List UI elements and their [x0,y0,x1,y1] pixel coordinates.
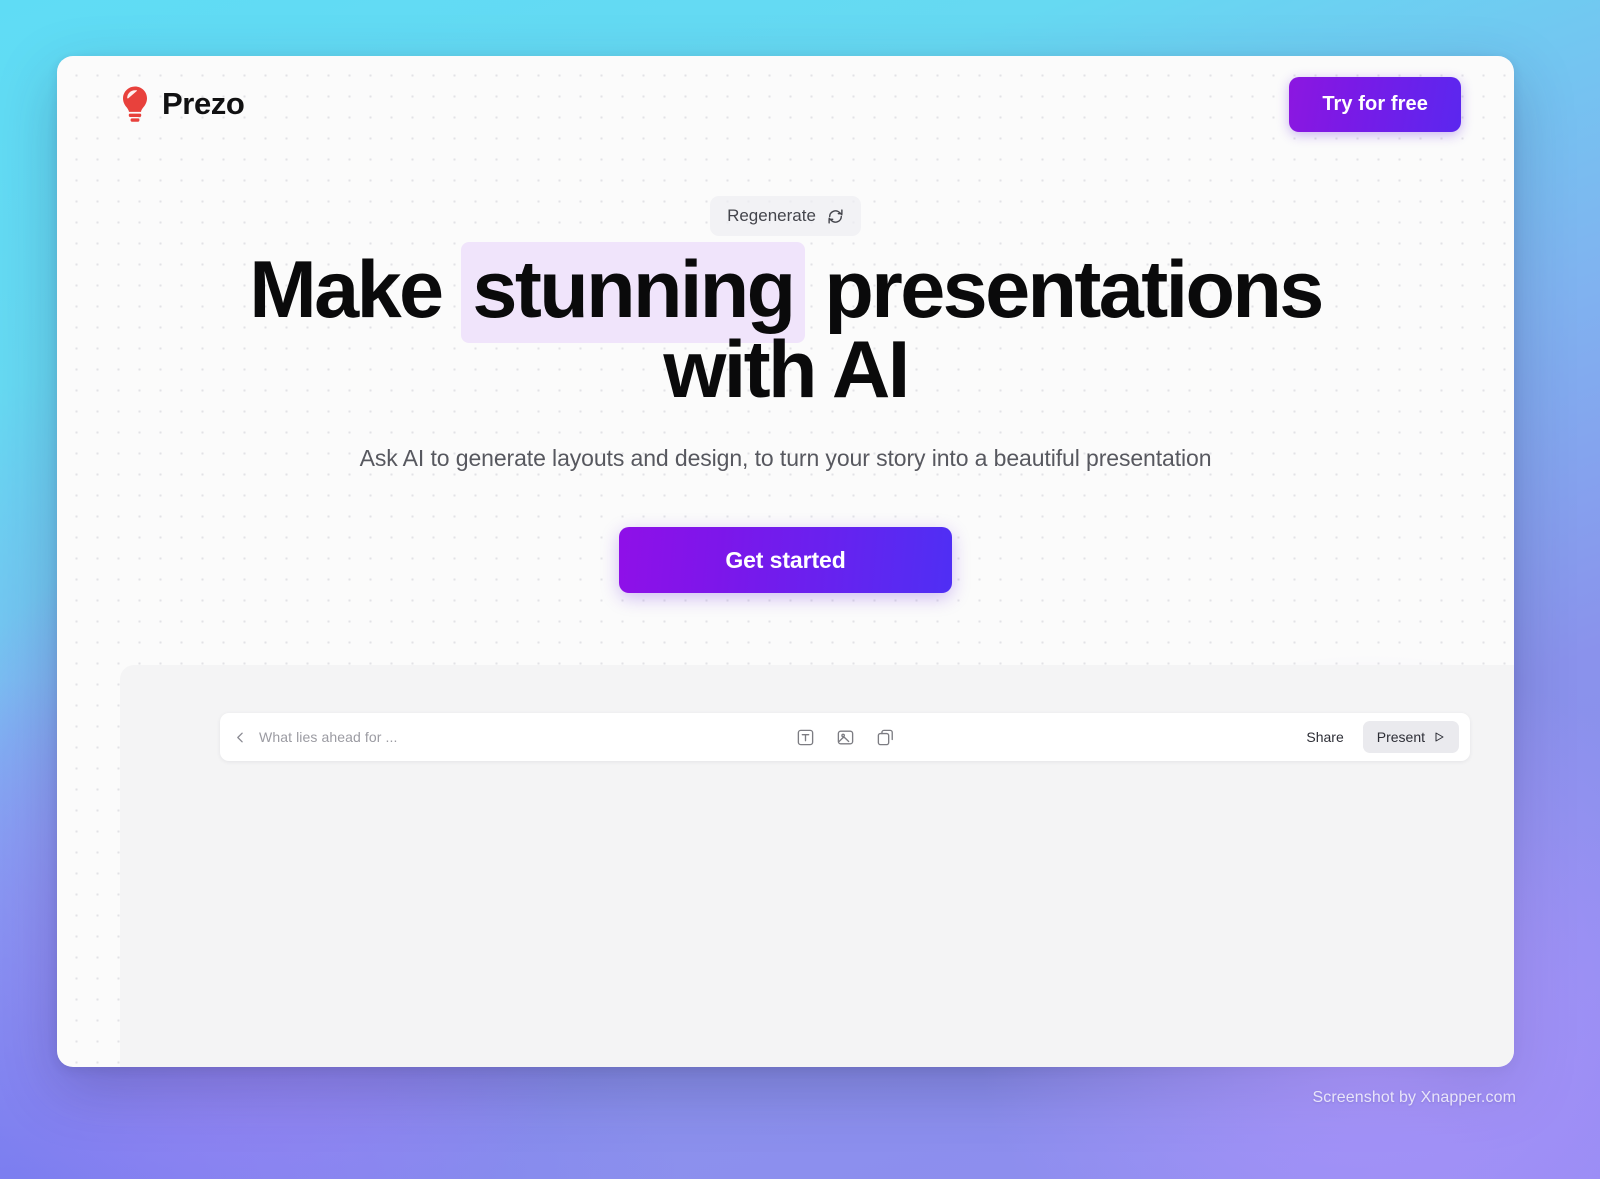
present-button[interactable]: Present [1362,721,1459,753]
image-box-icon[interactable] [836,728,855,747]
get-started-button[interactable]: Get started [619,527,952,594]
document-title[interactable]: What lies ahead for ... [259,729,397,745]
app-window: Prezo Try for free Regenerate Make stunn… [57,56,1514,1067]
page-title: Make stunning presentations with AI [57,242,1514,411]
play-triangle-icon [1433,731,1445,743]
share-button[interactable]: Share [1293,722,1356,752]
regenerate-label: Regenerate [727,206,816,225]
toolbar-right-group: Share Present [1293,721,1459,753]
brand-name: Prezo [162,86,245,121]
editor-preview-panel: What lies ahead for ... Share Present [120,665,1514,1067]
toolbar-left-group: What lies ahead for ... [234,729,397,745]
chevron-left-icon[interactable] [234,731,247,744]
regenerate-button[interactable]: Regenerate [710,196,861,236]
desktop-wallpaper: Prezo Try for free Regenerate Make stunn… [0,0,1600,1179]
toolbar-tools-group [397,728,1293,747]
page-subtitle: Ask AI to generate layouts and design, t… [359,445,1212,472]
refresh-cycle-icon [827,208,844,225]
lightbulb-icon [120,85,150,123]
page-header: Prezo Try for free [57,56,1514,152]
editor-toolbar: What lies ahead for ... Share Present [220,713,1470,761]
headline-text-1: Make [249,245,462,335]
hero-section: Regenerate Make stunning presentations w… [57,196,1514,594]
cta-container: Get started [57,527,1514,594]
brand-logo[interactable]: Prezo [120,85,245,123]
watermark: Screenshot by Xnapper.com [1312,1089,1516,1106]
layers-icon[interactable] [876,728,895,747]
present-label: Present [1376,729,1425,745]
text-box-icon[interactable] [796,728,815,747]
try-for-free-button[interactable]: Try for free [1289,76,1461,132]
